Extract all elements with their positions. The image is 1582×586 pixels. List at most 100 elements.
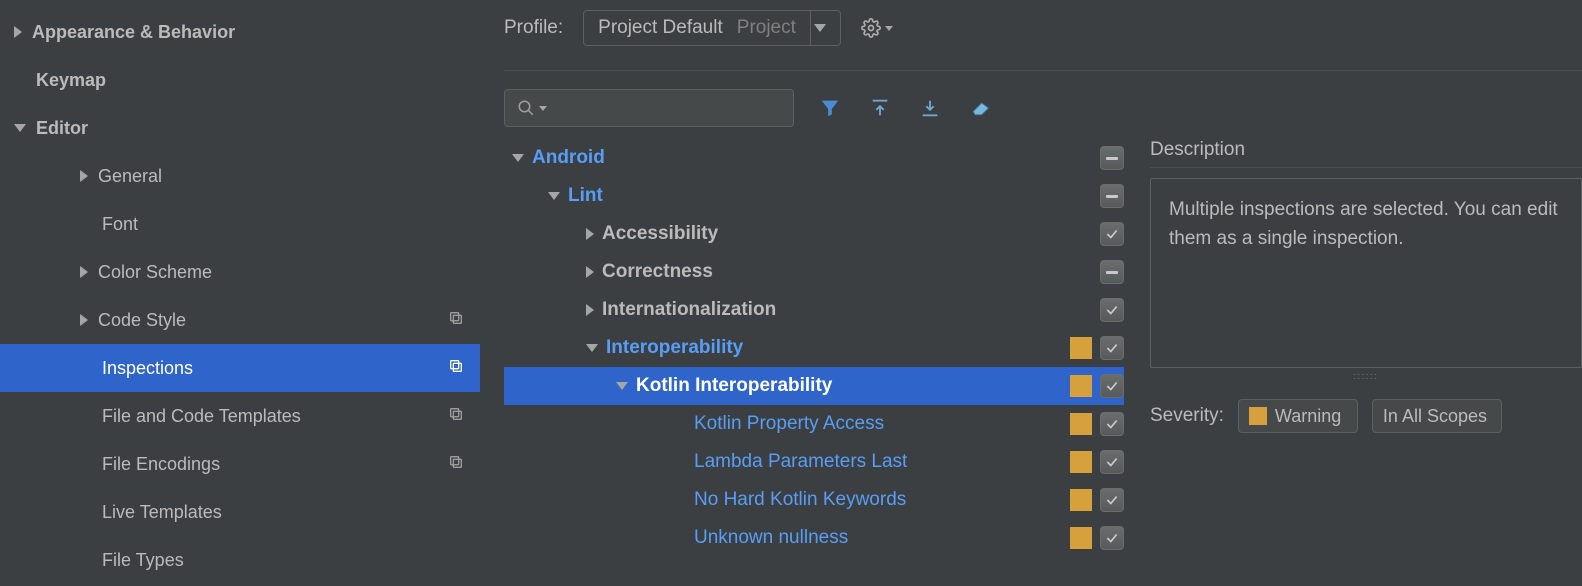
sidebar-item-keymap[interactable]: Keymap [0,56,480,104]
severity-swatch-icon [1070,337,1092,359]
profile-gear-button[interactable] [861,18,903,38]
reset-button[interactable] [966,94,994,122]
tree-row-controls [1100,260,1124,284]
tree-row[interactable]: Correctness [504,253,1124,291]
sidebar-item-live-templates[interactable]: Live Templates [0,488,480,536]
expand-all-button[interactable] [866,94,894,122]
profile-combo[interactable]: Project Default Project [583,10,841,46]
tree-row-label: Android [532,147,605,169]
chevron-down-icon [616,382,628,390]
inspection-checkbox[interactable] [1100,412,1124,436]
tree-row-label: Lambda Parameters Last [694,451,907,473]
severity-label: Severity: [1150,405,1224,427]
sidebar-item-label: General [98,166,480,187]
chevron-down-icon [548,192,560,200]
sidebar-item-label: File and Code Templates [102,406,448,427]
inspection-checkbox[interactable] [1100,526,1124,550]
severity-swatch-icon [1070,489,1092,511]
chevron-right-icon [586,304,594,316]
chevron-down-icon [539,106,547,111]
chevron-right-icon [14,26,22,38]
tree-row[interactable]: Unknown nullness [504,519,1124,557]
sidebar-item-label: Editor [36,118,480,139]
chevron-down-icon [512,154,524,162]
tree-row-controls [1070,412,1124,436]
inspection-checkbox[interactable] [1100,184,1124,208]
profile-hint: Project [737,17,810,39]
severity-combo[interactable]: Warning [1238,399,1358,433]
scope-copy-icon [448,454,464,475]
inspection-checkbox[interactable] [1100,374,1124,398]
sidebar-item-color-scheme[interactable]: Color Scheme [0,248,480,296]
chevron-right-icon [80,314,88,326]
expand-all-icon [869,97,891,119]
profile-label: Profile: [504,17,563,39]
search-icon [517,99,535,117]
inspection-checkbox[interactable] [1100,298,1124,322]
inspection-tree[interactable]: AndroidLintAccessibilityCorrectnessInter… [504,139,1124,586]
filter-button[interactable] [816,94,844,122]
tree-row-controls [1070,374,1124,398]
severity-swatch-icon [1070,527,1092,549]
chevron-right-icon [586,266,594,278]
sidebar-item-label: Font [102,214,480,235]
chevron-down-icon [885,26,893,31]
tree-row[interactable]: Lint [504,177,1124,215]
inspection-checkbox[interactable] [1100,146,1124,170]
collapse-all-button[interactable] [916,94,944,122]
severity-row: Severity: Warning In All Scopes [1150,399,1582,433]
sidebar-item-file-and-code-templates[interactable]: File and Code Templates [0,392,480,440]
severity-swatch-icon [1070,451,1092,473]
tree-row-label: Unknown nullness [694,527,848,549]
sidebar-item-general[interactable]: General [0,152,480,200]
tree-row-controls [1100,222,1124,246]
sidebar-item-file-types[interactable]: File Types [0,536,480,584]
chevron-right-icon [586,228,594,240]
tree-row-controls [1070,450,1124,474]
scope-copy-icon [448,310,464,331]
search-input[interactable] [504,89,794,127]
scope-combo[interactable]: In All Scopes [1372,399,1502,433]
sidebar-item-inspections[interactable]: Inspections [0,344,480,392]
tree-row[interactable]: Kotlin Property Access [504,405,1124,443]
severity-swatch-icon [1070,375,1092,397]
tree-row[interactable]: Internationalization [504,291,1124,329]
tree-row[interactable]: Kotlin Interoperability [504,367,1124,405]
tree-row[interactable]: No Hard Kotlin Keywords [504,481,1124,519]
description-text: Multiple inspections are selected. You c… [1150,178,1582,368]
tree-row[interactable]: Lambda Parameters Last [504,443,1124,481]
sidebar-item-label: File Encodings [102,454,448,475]
sidebar-item-file-encodings[interactable]: File Encodings [0,440,480,488]
chevron-right-icon [80,266,88,278]
inspection-checkbox[interactable] [1100,488,1124,512]
main-panel: Profile: Project Default Project [480,0,1582,586]
inspection-checkbox[interactable] [1100,260,1124,284]
tree-row-label: Kotlin Interoperability [636,375,832,397]
tree-row[interactable]: Interoperability [504,329,1124,367]
sidebar-item-editor[interactable]: Editor [0,104,480,152]
tree-row-label: Kotlin Property Access [694,413,884,435]
sidebar-item-code-style[interactable]: Code Style [0,296,480,344]
tree-row[interactable]: Accessibility [504,215,1124,253]
tree-row-label: Interoperability [606,337,743,359]
chevron-down-icon [586,344,598,352]
tree-row-controls [1070,336,1124,360]
sidebar-item-label: Code Style [98,310,448,331]
eraser-icon [968,98,992,118]
collapse-all-icon [919,97,941,119]
inspection-checkbox[interactable] [1100,450,1124,474]
profile-value: Project Default [584,17,737,39]
description-heading: Description [1150,139,1582,168]
sidebar-item-label: File Types [102,550,480,571]
sidebar-item-label: Color Scheme [98,262,480,283]
inspection-checkbox[interactable] [1100,336,1124,360]
sidebar-item-font[interactable]: Font [0,200,480,248]
profile-dropdown-arrow[interactable] [810,11,840,45]
tree-row[interactable]: Android [504,139,1124,177]
inspection-checkbox[interactable] [1100,222,1124,246]
resize-grip[interactable]: ∷∷∷ [1150,372,1582,383]
sidebar-item-label: Appearance & Behavior [32,22,480,43]
gear-icon [861,18,881,38]
sidebar-item-appearance-behavior[interactable]: Appearance & Behavior [0,8,480,56]
sidebar-item-label: Keymap [36,70,480,91]
